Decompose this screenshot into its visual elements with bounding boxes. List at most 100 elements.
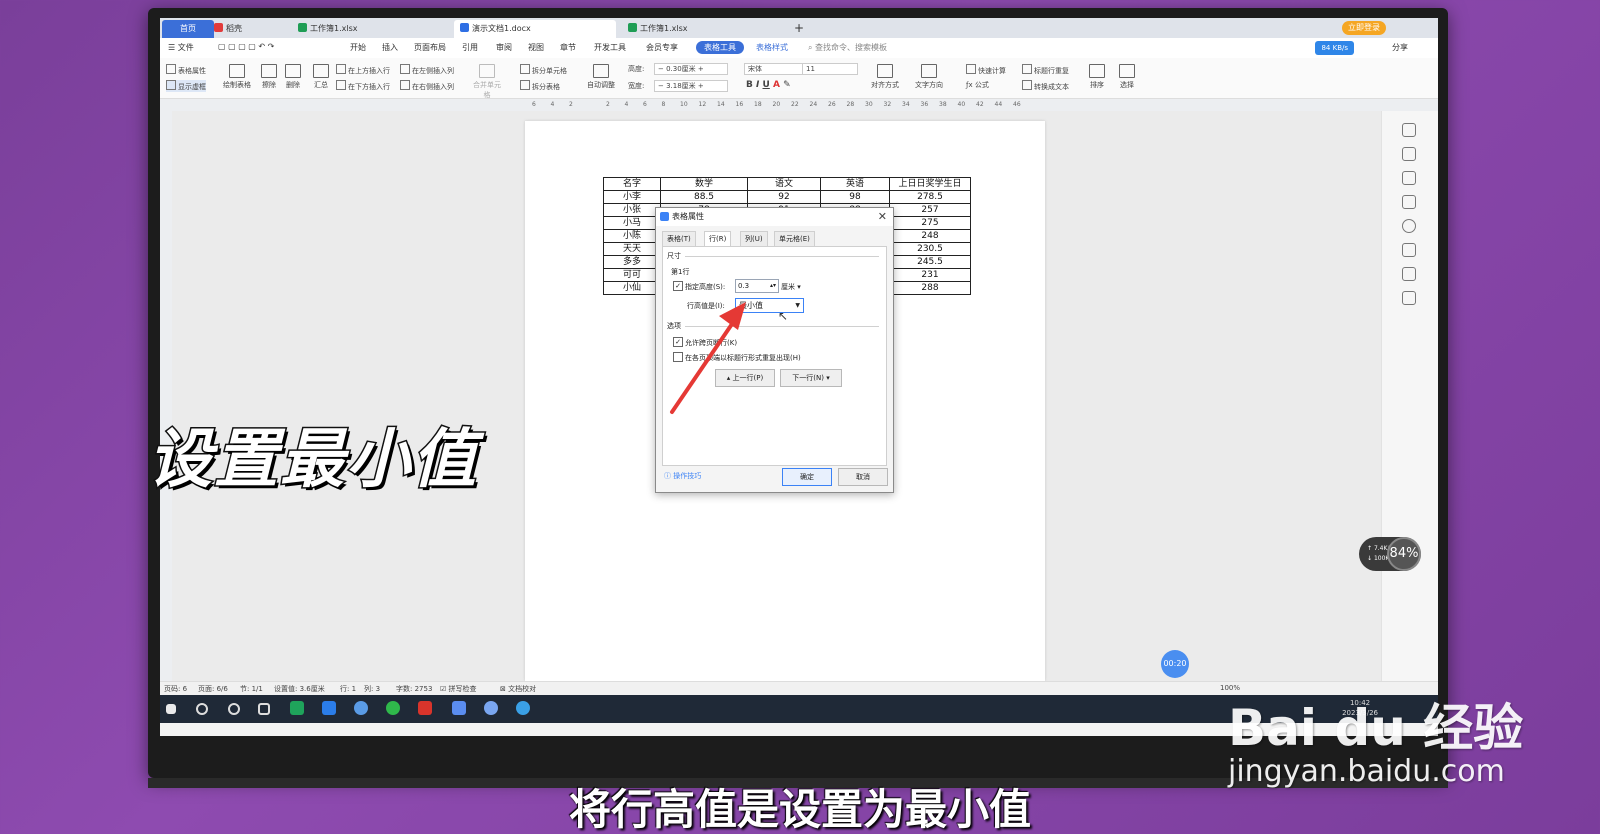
settings-icon[interactable] [1402, 195, 1416, 209]
show-gridlines-button[interactable]: 显示虚框 [166, 80, 206, 92]
repeat-header-checkbox[interactable] [673, 352, 683, 362]
table-cell[interactable]: 245.5 [889, 255, 971, 269]
menu-home[interactable]: 开始 [350, 42, 366, 53]
allow-break-checkbox[interactable]: ✓ [673, 337, 683, 347]
app4-icon[interactable] [516, 701, 530, 715]
style-icon[interactable] [1402, 123, 1416, 137]
table-cell[interactable]: 92 [747, 190, 821, 204]
menu-table-style[interactable]: 表格样式 [756, 42, 788, 53]
backup-icon[interactable] [1402, 243, 1416, 257]
col-width-stepper[interactable]: − 3.18厘米 + [654, 80, 728, 92]
menu-references[interactable]: 引用 [462, 42, 478, 53]
share-icon[interactable] [1402, 267, 1416, 281]
tab-table[interactable]: 表格(T) [662, 231, 696, 247]
menu-file[interactable]: ☰ 文件 [168, 42, 194, 53]
table-cell[interactable]: 可可 [603, 268, 661, 282]
format-buttons[interactable]: B I U A ✎ [746, 80, 791, 90]
table-cell[interactable]: 98 [820, 190, 890, 204]
table-header-cell[interactable]: 上日日奖学生日 [889, 177, 971, 191]
table-cell[interactable]: 231 [889, 268, 971, 282]
select-button[interactable]: 选择 [1110, 64, 1144, 90]
table-cell[interactable]: 278.5 [889, 190, 971, 204]
menu-table-tools[interactable]: 表格工具 [696, 41, 744, 54]
tips-link[interactable]: ⓘ 操作技巧 [664, 471, 701, 481]
tab-workbook-2[interactable]: 工作簿1.xlsx [622, 20, 784, 38]
font-size-select[interactable]: 11 [802, 63, 858, 75]
specify-height-checkbox[interactable]: ✓ [673, 281, 683, 291]
horizontal-ruler[interactable]: 6 4 2 2 4 6 8 10 12 14 16 18 20 22 24 26 28 30 32 34 36 38 40 4… [160, 99, 1438, 111]
browser-icon[interactable] [290, 701, 304, 715]
table-cell[interactable]: 多多 [603, 255, 661, 269]
row-height-stepper[interactable]: − 0.30厘米 + [654, 63, 728, 75]
network-widget[interactable]: ↑ 7.4K/s ↓ 100K/s 84% [1359, 537, 1421, 571]
menu-member[interactable]: 会员专享 [646, 42, 678, 53]
tab-column[interactable]: 列(U) [740, 231, 768, 247]
draw-table-button[interactable]: 绘制表格 [220, 64, 254, 90]
menu-page-layout[interactable]: 页面布局 [414, 42, 446, 53]
table-cell[interactable]: 小陈 [603, 229, 661, 243]
vertical-ruler[interactable] [160, 111, 172, 681]
split-table-button[interactable]: 拆分表格 [520, 80, 560, 92]
search-command[interactable]: ⌕ 查找命令、搜索模板 [808, 42, 887, 53]
menu-review[interactable]: 审阅 [496, 42, 512, 53]
dialog-titlebar[interactable]: 表格属性 ✕ [656, 208, 893, 226]
table-header-cell[interactable]: 英语 [820, 177, 890, 191]
table-header-cell[interactable]: 语文 [747, 177, 821, 191]
share-button[interactable]: 分享 [1392, 42, 1408, 53]
table-cell[interactable]: 248 [889, 229, 971, 243]
cortana-icon[interactable] [228, 703, 240, 715]
app-icon[interactable] [354, 701, 368, 715]
tab-cell[interactable]: 单元格(E) [774, 231, 815, 247]
table-cell[interactable]: 88.5 [660, 190, 748, 204]
unit-select[interactable]: 厘米 ▾ [781, 282, 801, 292]
table-props-button[interactable]: 表格属性 [166, 64, 206, 76]
table-header-cell[interactable]: 名字 [603, 177, 661, 191]
table-row[interactable]: 小李 88.5 92 98 278.5 [603, 190, 971, 204]
pointer-icon[interactable] [1402, 171, 1416, 185]
table-cell[interactable]: 天天 [603, 242, 661, 256]
tab-row[interactable]: 行(R) [704, 231, 732, 247]
tab-workbook-1[interactable]: 工作簿1.xlsx [292, 20, 444, 38]
text-direction-button[interactable]: 文字方向 [912, 64, 946, 90]
sort-button[interactable]: 排序 [1080, 64, 1114, 90]
tools-icon[interactable] [1402, 291, 1416, 305]
edge-icon[interactable] [322, 701, 336, 715]
auto-adjust-button[interactable]: 自动调整 [584, 64, 618, 90]
cancel-button[interactable]: 取消 [838, 468, 888, 486]
summary-button[interactable]: 汇总 [304, 64, 338, 90]
tab-docer[interactable]: 稻壳 [208, 20, 248, 38]
prev-row-button[interactable]: ▴ 上一行(P) [715, 369, 775, 387]
table-cell[interactable]: 小马 [603, 216, 661, 230]
app2-icon[interactable] [452, 701, 466, 715]
next-row-button[interactable]: 下一行(N) ▾ [780, 369, 842, 387]
table-cell[interactable]: 230.5 [889, 242, 971, 256]
menu-chapter[interactable]: 章节 [560, 42, 576, 53]
login-button[interactable]: 立即登录 [1342, 21, 1386, 35]
title-repeat-button[interactable]: 标题行重复 [1022, 64, 1069, 76]
search-icon[interactable] [196, 703, 208, 715]
merge-cells-button[interactable]: 合并单元格 [470, 64, 504, 100]
table-cell[interactable]: 小仙 [603, 281, 661, 295]
tab-home[interactable]: 首页 [162, 20, 214, 38]
row-height-select[interactable]: 最小值 ▼ [735, 298, 804, 313]
spell-check-toggle[interactable]: ☑ 拼写检查 [440, 684, 477, 694]
menu-insert[interactable]: 插入 [382, 42, 398, 53]
height-input[interactable]: 0.3 ▴▾ [735, 279, 779, 293]
task-view-icon[interactable] [258, 703, 270, 715]
table-cell[interactable]: 275 [889, 216, 971, 230]
split-cells-button[interactable]: 拆分单元格 [520, 64, 567, 76]
align-button[interactable]: 对齐方式 [868, 64, 902, 90]
insert-left-button[interactable]: 在左侧插入列 [400, 64, 454, 76]
wps-icon[interactable] [418, 701, 432, 715]
help-icon[interactable] [1402, 219, 1416, 233]
table-cell[interactable]: 小张 [603, 203, 661, 217]
quick-calc-button[interactable]: 快速计算 [966, 64, 1006, 76]
doc-proof-button[interactable]: ⊠ 文档校对 [500, 684, 536, 694]
tab-doc-active[interactable]: 演示文档1.docx [454, 20, 616, 38]
spin-arrows-icon[interactable]: ▴▾ [770, 280, 778, 292]
table-header-row[interactable]: 名字 数学 语文 英语 上日日奖学生日 [603, 177, 971, 191]
menu-view[interactable]: 视图 [528, 42, 544, 53]
table-cell[interactable]: 288 [889, 281, 971, 295]
edit-icon[interactable] [1402, 147, 1416, 161]
ok-button[interactable]: 确定 [782, 468, 832, 486]
